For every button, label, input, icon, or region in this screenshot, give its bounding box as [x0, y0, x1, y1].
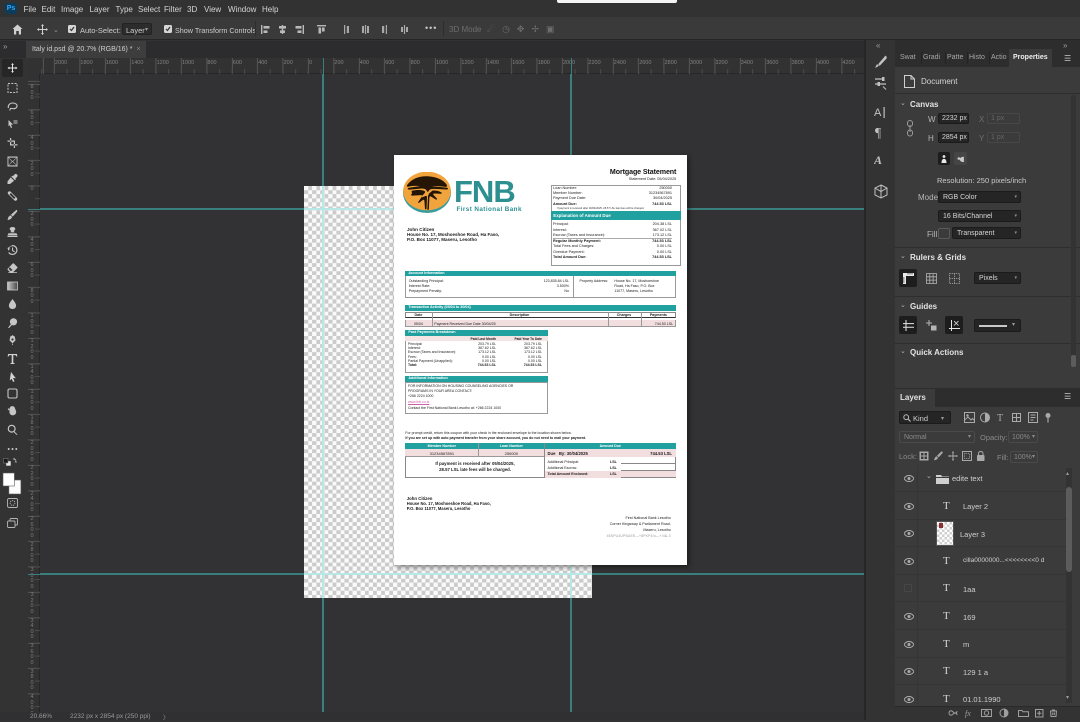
svg-text:A: A	[874, 107, 882, 119]
svg-text:A: A	[874, 153, 882, 167]
svg-text:T: T	[997, 413, 1003, 423]
svg-text:fx: fx	[965, 709, 971, 718]
svg-text:¶: ¶	[875, 125, 881, 140]
